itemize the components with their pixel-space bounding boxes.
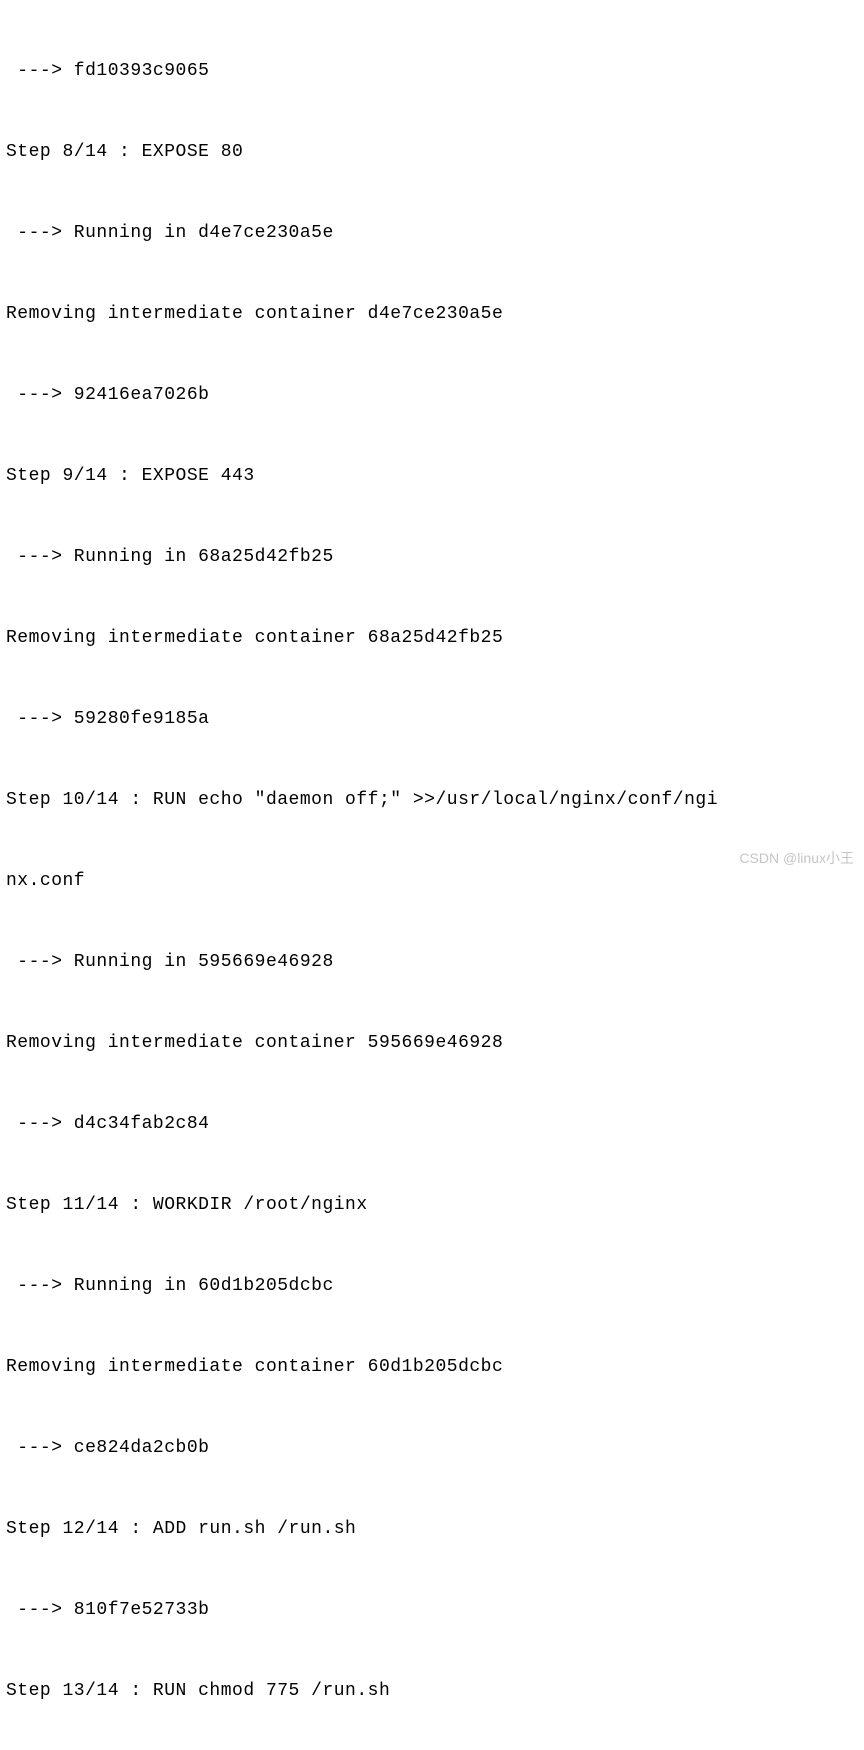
output-line: ---> Running in 68a25d42fb25 [6, 544, 858, 571]
output-line: Step 11/14 : WORKDIR /root/nginx [6, 1192, 858, 1219]
watermark-text: CSDN @linux小王 [739, 848, 854, 869]
output-line: ---> 59280fe9185a [6, 706, 858, 733]
output-line: ---> d4c34fab2c84 [6, 1111, 858, 1138]
output-line: Step 9/14 : EXPOSE 443 [6, 463, 858, 490]
output-line: ---> Running in 595669e46928 [6, 949, 858, 976]
output-line: Step 10/14 : RUN echo "daemon off;" >>/u… [6, 787, 858, 814]
output-line: Step 13/14 : RUN chmod 775 /run.sh [6, 1678, 858, 1705]
output-line: nx.conf [6, 868, 858, 895]
output-line: ---> Running in 60d1b205dcbc [6, 1273, 858, 1300]
output-line: Removing intermediate container 60d1b205… [6, 1354, 858, 1381]
output-line: ---> 92416ea7026b [6, 382, 858, 409]
output-line: ---> fd10393c9065 [6, 58, 858, 85]
output-line: Removing intermediate container 68a25d42… [6, 625, 858, 652]
output-line: Removing intermediate container d4e7ce23… [6, 301, 858, 328]
output-line: Step 8/14 : EXPOSE 80 [6, 139, 858, 166]
output-line: Removing intermediate container 595669e4… [6, 1030, 858, 1057]
terminal-output[interactable]: ---> fd10393c9065 Step 8/14 : EXPOSE 80 … [6, 4, 858, 1750]
output-line: ---> 810f7e52733b [6, 1597, 858, 1624]
output-line: ---> Running in d4e7ce230a5e [6, 220, 858, 247]
output-line: ---> ce824da2cb0b [6, 1435, 858, 1462]
output-line: Step 12/14 : ADD run.sh /run.sh [6, 1516, 858, 1543]
